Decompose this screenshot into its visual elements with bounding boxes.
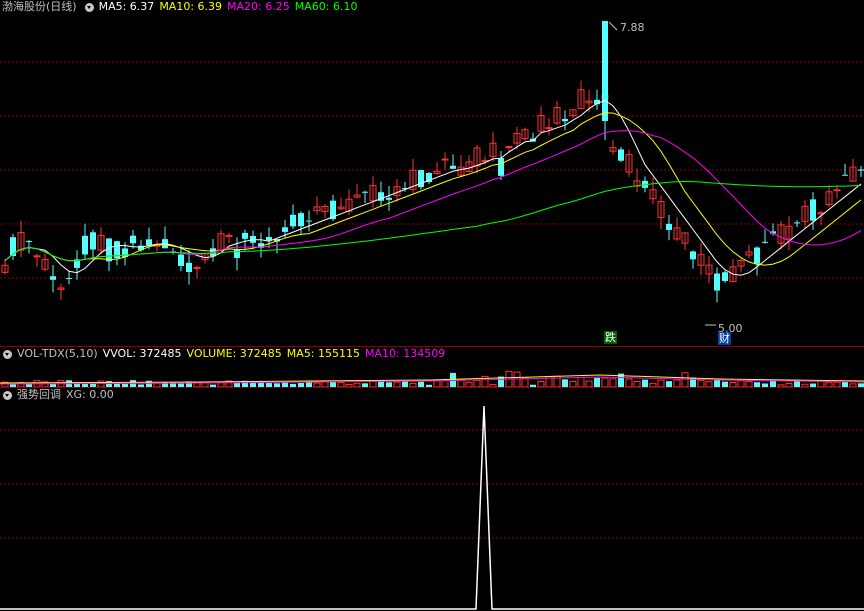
- candle-body: [722, 272, 728, 281]
- candle-body: [266, 237, 272, 241]
- vol-ma5-label: MA5: 155115: [286, 347, 361, 360]
- volume-bar: [609, 378, 617, 387]
- candle-body: [545, 127, 553, 130]
- price-chart[interactable]: [0, 0, 864, 346]
- volume-panel[interactable]: VOL-TDX(5,10) VVOL: 372485 VOLUME: 37248…: [0, 347, 864, 387]
- ma10-label: MA10: 6.39: [159, 0, 223, 13]
- candle-body: [842, 174, 848, 176]
- volume-bar: [513, 371, 521, 387]
- candle-body: [290, 214, 296, 227]
- candle-body: [858, 169, 864, 171]
- indicator-panel[interactable]: 强势回调 XG: 0.00: [0, 388, 864, 611]
- volume-label: VOLUME: 372485: [186, 347, 282, 360]
- volume-bar: [473, 379, 481, 387]
- candle-body: [441, 158, 449, 161]
- candle-body: [754, 247, 760, 264]
- candle-body: [833, 189, 841, 192]
- high-price-label: 7.88: [620, 21, 645, 34]
- die-badge: 跌: [604, 331, 617, 344]
- candle-body: [33, 255, 41, 258]
- candle-body: [130, 235, 136, 244]
- price-header: 渤海股份(日线) MA5: 6.37 MA10: 6.39 MA20: 6.25…: [0, 0, 362, 14]
- vol-ma10-label: MA10: 134509: [365, 347, 446, 360]
- candle-body: [362, 191, 368, 193]
- candle-body: [146, 239, 152, 246]
- volume-bar: [577, 376, 585, 387]
- volume-bar: [457, 379, 465, 387]
- indicator-header: 强势回调 XG: 0.00: [0, 388, 119, 402]
- vol-name: VOL-TDX(5,10): [17, 347, 98, 360]
- volume-header: VOL-TDX(5,10) VVOL: 372485 VOLUME: 37248…: [0, 347, 450, 361]
- volume-bar: [562, 379, 568, 387]
- candle-body: [562, 118, 568, 122]
- volume-bar: [441, 379, 449, 387]
- ma60-label: MA60: 6.10: [294, 0, 358, 13]
- volume-bar: [601, 377, 609, 387]
- ma60-line: [4, 180, 862, 262]
- volume-bar: [697, 379, 705, 387]
- candle-body: [50, 276, 56, 280]
- volume-bar: [642, 379, 648, 387]
- candle-body: [450, 165, 456, 169]
- candle-body: [505, 146, 513, 149]
- indicator-chart[interactable]: [0, 388, 864, 611]
- candle-body: [186, 262, 192, 272]
- ma20-label: MA20: 6.25: [227, 0, 290, 13]
- candle-body: [298, 213, 304, 227]
- stock-title: 渤海股份(日线): [2, 0, 77, 13]
- candle-body: [106, 238, 112, 262]
- candle-body: [810, 199, 816, 221]
- candle-body: [794, 222, 800, 224]
- candle-body: [386, 197, 392, 200]
- dropdown-icon[interactable]: [84, 2, 94, 12]
- dropdown-icon[interactable]: [3, 390, 12, 400]
- peak-candle-body: [602, 21, 608, 121]
- volume-bar: [521, 377, 529, 387]
- candle-body: [234, 249, 240, 258]
- candle-body: [666, 223, 672, 230]
- candle-body: [82, 235, 88, 255]
- ma5-label: MA5: 6.37: [98, 0, 155, 13]
- candle-body: [225, 234, 233, 237]
- candle-body: [66, 278, 72, 280]
- ma5-line: [4, 99, 862, 276]
- volume-bar: [594, 377, 600, 387]
- volume-bar: [673, 379, 681, 387]
- candle-body: [762, 241, 768, 243]
- candle-body: [618, 149, 624, 161]
- vol-ma5-line: [0, 374, 864, 384]
- candle-body: [690, 251, 696, 260]
- volume-bar: [681, 372, 689, 387]
- xg-label: XG: 0.00: [66, 388, 114, 401]
- xg-line: [0, 405, 864, 610]
- volume-bar: [657, 379, 665, 387]
- candle-body: [714, 273, 720, 291]
- candle-body: [178, 254, 184, 266]
- volume-bar: [625, 378, 633, 387]
- candle-body: [242, 232, 248, 239]
- indicator-name: 强势回调: [17, 388, 61, 401]
- high-pointer: [608, 21, 618, 31]
- candle-body: [306, 220, 312, 222]
- volume-bar: [714, 379, 720, 387]
- candle-body: [498, 158, 504, 176]
- candle-body: [90, 232, 96, 250]
- candle-body: [26, 241, 32, 243]
- price-panel[interactable]: 渤海股份(日线) MA5: 6.37 MA10: 6.39 MA20: 6.25…: [0, 0, 864, 346]
- vvol-label: VVOL: 372485: [102, 347, 182, 360]
- dropdown-icon[interactable]: [3, 349, 12, 359]
- candle-body: [282, 227, 288, 232]
- cai-badge: 财: [718, 332, 731, 345]
